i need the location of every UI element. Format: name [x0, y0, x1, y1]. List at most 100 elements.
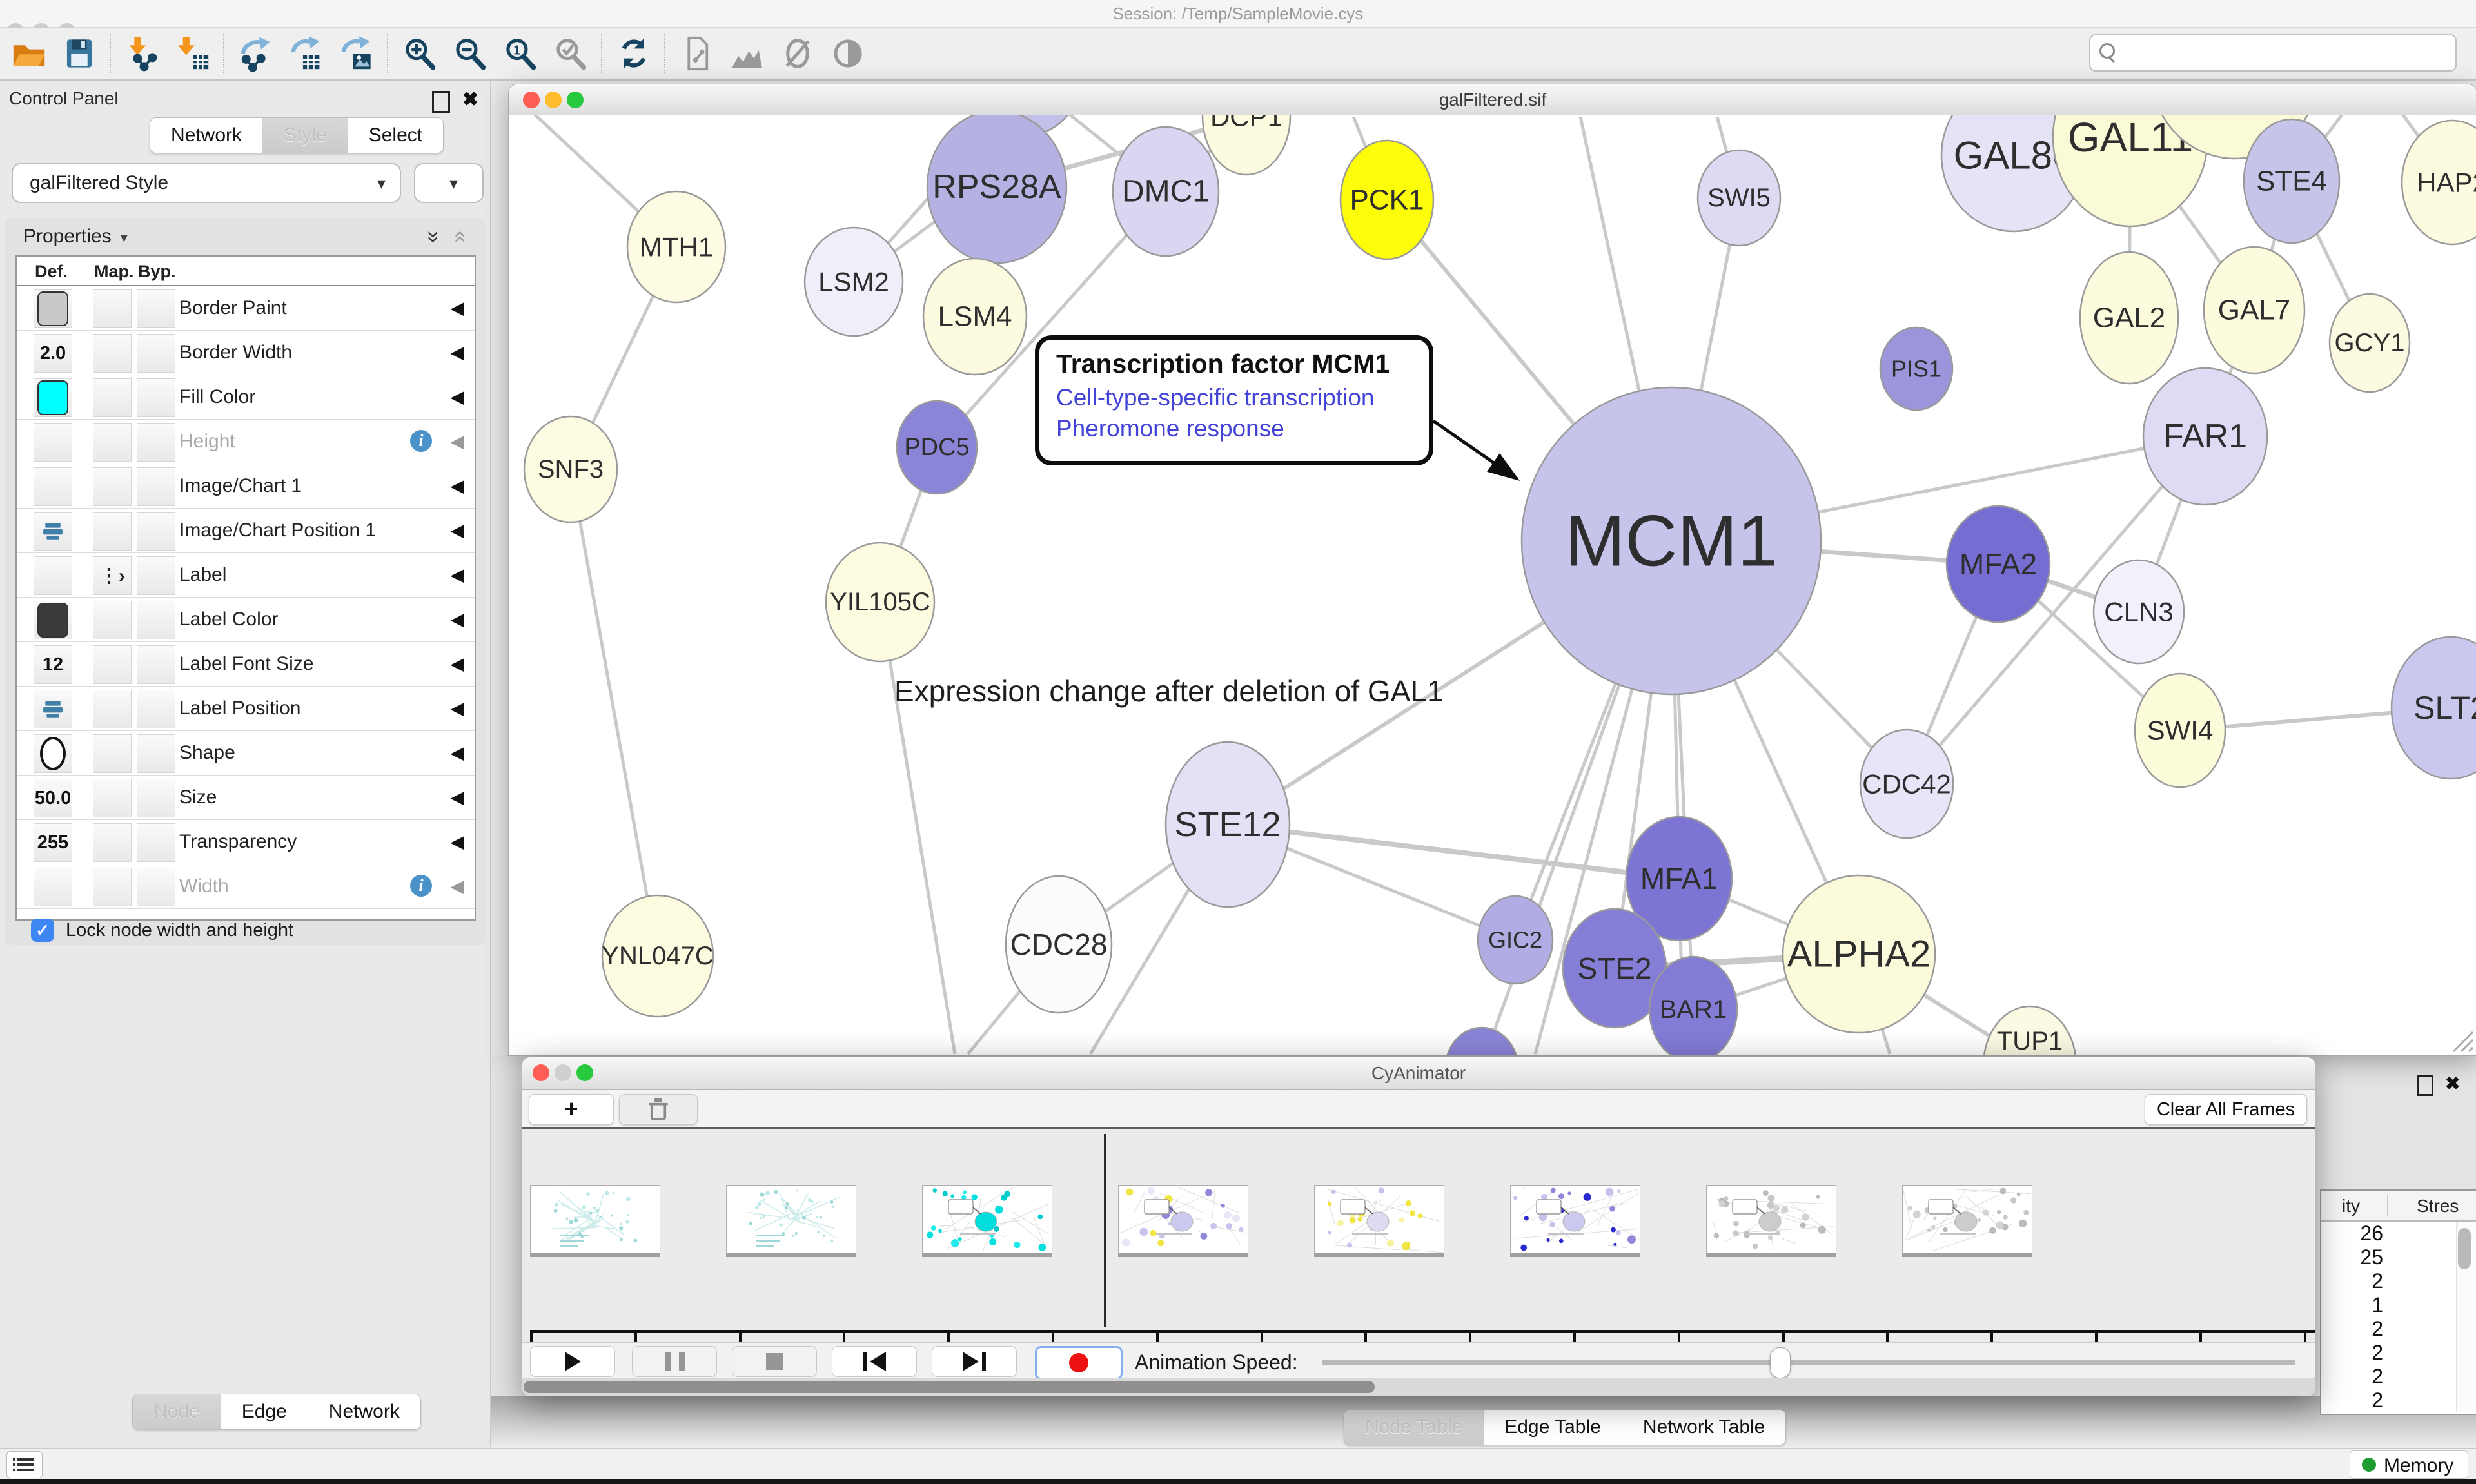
- tab-node-table[interactable]: Node Table: [1344, 1410, 1483, 1445]
- memory-button[interactable]: Memory: [2350, 1450, 2468, 1479]
- bypass-cell[interactable]: [137, 423, 175, 462]
- collapse-arrow-icon[interactable]: ◀: [450, 431, 464, 452]
- tab-select[interactable]: Select: [348, 118, 443, 153]
- default-cell[interactable]: 2.0: [34, 334, 72, 373]
- annotation-box[interactable]: Transcription factor MCM1 Cell-type-spec…: [1035, 335, 1433, 465]
- collapse-arrow-icon[interactable]: ◀: [450, 609, 464, 630]
- speed-slider[interactable]: [1322, 1360, 2295, 1365]
- network-node-gic2[interactable]: GIC2: [1478, 896, 1553, 984]
- skip-start-button[interactable]: [832, 1346, 917, 1377]
- network-edge[interactable]: [571, 469, 658, 956]
- bypass-cell[interactable]: [137, 779, 175, 817]
- default-cell[interactable]: [34, 467, 72, 506]
- network-node-rps28a[interactable]: RPS28A: [927, 115, 1066, 263]
- frame-thumbnail-4[interactable]: [1314, 1185, 1444, 1257]
- network-canvas[interactable]: RPS28ADMC1DCP1PCK1MTH1LSM2LSM4SNF3PDC5YI…: [509, 115, 2476, 1055]
- scrollbar-thumb[interactable]: [2458, 1228, 2471, 1269]
- horizontal-scrollbar[interactable]: [522, 1378, 2315, 1396]
- tab-node[interactable]: Node: [133, 1394, 221, 1429]
- collapse-arrow-icon[interactable]: ◀: [450, 653, 464, 674]
- mapping-cell[interactable]: [93, 690, 132, 728]
- table-cell-value[interactable]: 25: [2321, 1245, 2383, 1269]
- float-panel-icon[interactable]: [432, 91, 450, 113]
- lock-checkbox[interactable]: ✓: [31, 919, 54, 942]
- speed-slider-handle[interactable]: [1770, 1347, 1791, 1378]
- table-cell-value[interactable]: 2: [2321, 1317, 2383, 1341]
- export-image-button[interactable]: [331, 33, 382, 74]
- property-row-image-chart-position-1[interactable]: Image/Chart Position 1◀: [17, 509, 475, 553]
- bypass-cell[interactable]: [137, 645, 175, 684]
- property-row-label-font-size[interactable]: 12Label Font Size◀: [17, 642, 475, 687]
- network-node-mfa2[interactable]: MFA2: [1947, 506, 2050, 622]
- resize-grip[interactable]: [2447, 1026, 2474, 1053]
- network-node-far1[interactable]: FAR1: [2143, 368, 2267, 505]
- frame-thumbnail-2[interactable]: [922, 1185, 1052, 1257]
- default-cell[interactable]: [34, 601, 72, 639]
- default-cell[interactable]: 255: [34, 823, 72, 862]
- network-node-swi5[interactable]: SWI5: [1698, 150, 1780, 246]
- frame-thumbnail-6[interactable]: [1706, 1185, 1836, 1257]
- network-node-mth1[interactable]: MTH1: [627, 191, 725, 302]
- mapping-cell[interactable]: [93, 645, 132, 684]
- network-node-bar1[interactable]: BAR1: [1649, 957, 1737, 1055]
- column-header-centrality[interactable]: ity: [2323, 1196, 2360, 1216]
- default-cell[interactable]: 50.0: [34, 779, 72, 817]
- network-node-ynl047c[interactable]: YNL047C: [602, 895, 713, 1017]
- network-node-gal2[interactable]: GAL2: [2080, 252, 2178, 384]
- annotation-button[interactable]: [672, 33, 722, 74]
- network-window-titlebar[interactable]: galFiltered.sif: [509, 84, 2476, 116]
- bypass-cell[interactable]: [137, 334, 175, 373]
- network-node-hap2[interactable]: HAP2: [2402, 121, 2476, 244]
- nested-network-button[interactable]: [722, 33, 772, 74]
- bypass-cell[interactable]: [137, 601, 175, 639]
- network-node-ste12[interactable]: STE12: [1166, 742, 1290, 907]
- collapse-arrow-icon[interactable]: ◀: [450, 564, 464, 585]
- bypass-cell[interactable]: [137, 289, 175, 328]
- network-node-mcm1[interactable]: MCM1: [1522, 387, 1821, 694]
- network-node-pis1[interactable]: PIS1: [1880, 327, 1952, 410]
- mapping-cell[interactable]: [93, 334, 132, 373]
- table-cell-value[interactable]: 2: [2321, 1269, 2383, 1293]
- property-row-height[interactable]: Heighti◀: [17, 420, 475, 464]
- add-frame-button[interactable]: +: [529, 1094, 614, 1125]
- tab-network[interactable]: Network: [150, 118, 262, 153]
- network-node-snf3[interactable]: SNF3: [524, 416, 617, 522]
- save-session-button[interactable]: [54, 33, 104, 74]
- default-cell[interactable]: [34, 556, 72, 595]
- frame-thumbnail-0[interactable]: [530, 1185, 660, 1257]
- collapse-arrow-icon[interactable]: ◀: [450, 475, 464, 496]
- bypass-cell[interactable]: [137, 467, 175, 506]
- bypass-cell[interactable]: [137, 690, 175, 728]
- properties-header[interactable]: Properties▾: [23, 226, 128, 248]
- default-cell[interactable]: [34, 868, 72, 906]
- property-row-fill-color[interactable]: Fill Color◀: [17, 375, 475, 420]
- mapping-cell[interactable]: [93, 823, 132, 862]
- info-icon[interactable]: i: [410, 430, 432, 452]
- property-row-label[interactable]: ⋮›Label◀: [17, 553, 475, 598]
- mapping-cell[interactable]: [93, 779, 132, 817]
- zoom-out-button[interactable]: [445, 33, 495, 74]
- annotation-link[interactable]: Cell-type-specific transcription: [1056, 384, 1412, 411]
- collapse-arrow-icon[interactable]: ◀: [450, 742, 464, 763]
- style-selector[interactable]: galFiltered Style ▾: [12, 163, 401, 203]
- close-panel-icon[interactable]: ✖: [462, 88, 478, 111]
- collapse-arrow-icon[interactable]: ◀: [450, 386, 464, 407]
- default-cell[interactable]: [34, 690, 72, 728]
- tab-edge[interactable]: Edge: [221, 1394, 308, 1429]
- pause-button[interactable]: [632, 1346, 717, 1377]
- network-node-gcy1[interactable]: GCY1: [2330, 294, 2410, 392]
- play-button[interactable]: [530, 1346, 615, 1377]
- default-cell[interactable]: [34, 423, 72, 462]
- refresh-layout-button[interactable]: [609, 33, 659, 74]
- frame-thumbnail-1[interactable]: [726, 1185, 856, 1257]
- table-scrollbar[interactable]: [2456, 1222, 2473, 1412]
- float-panel-icon[interactable]: [2417, 1075, 2433, 1096]
- bypass-cell[interactable]: [137, 512, 175, 551]
- column-header-stress[interactable]: Stres: [2417, 1196, 2459, 1216]
- frame-thumbnail-5[interactable]: [1510, 1185, 1640, 1257]
- network-edge[interactable]: [880, 602, 955, 1054]
- network-node-dmc1[interactable]: DMC1: [1113, 127, 1219, 256]
- mapping-cell[interactable]: [93, 868, 132, 906]
- bypass-cell[interactable]: [137, 823, 175, 862]
- default-cell[interactable]: [34, 289, 72, 328]
